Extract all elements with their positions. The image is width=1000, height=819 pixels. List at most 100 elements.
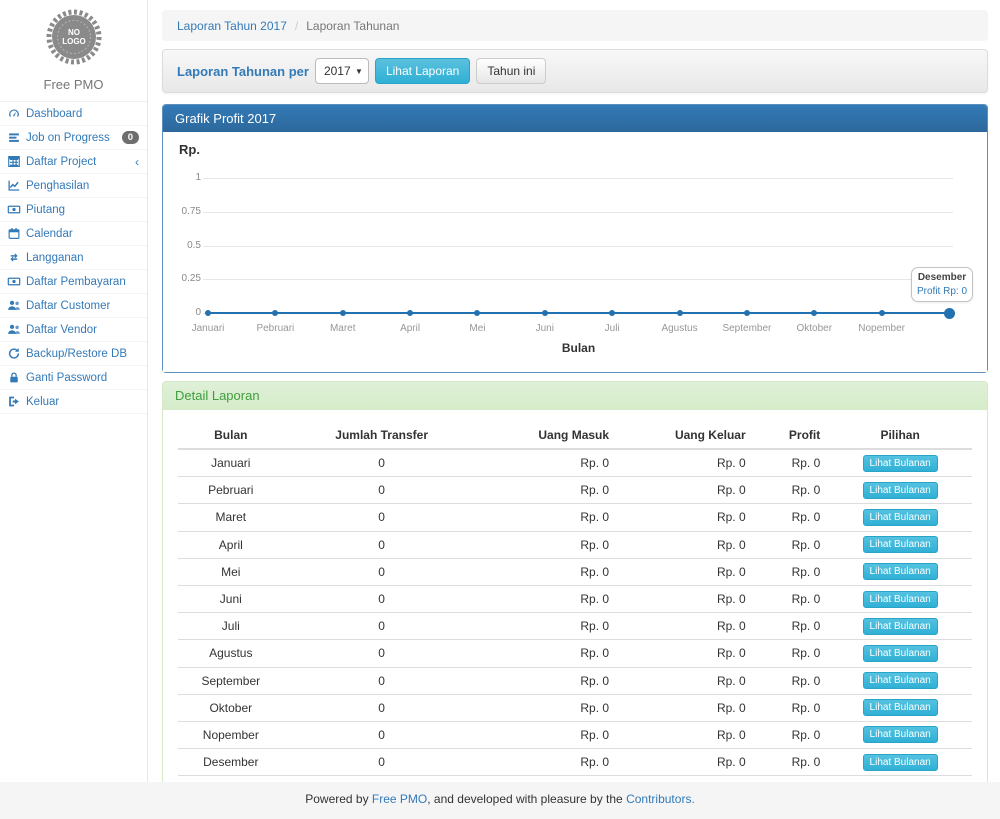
cell-jumlah-transfer: 0 — [284, 504, 480, 531]
sidebar-item-job-on-progress[interactable]: Job on Progress0 — [0, 126, 147, 150]
sidebar-item-penghasilan[interactable]: Penghasilan — [0, 174, 147, 198]
cell-jumlah-transfer: 0 — [284, 667, 480, 694]
data-point-oktober[interactable] — [811, 310, 817, 316]
breadcrumb-current: Laporan Tahunan — [306, 19, 399, 33]
cell-profit: Rp. 0 — [754, 477, 829, 504]
view-monthly-button-mei[interactable]: Lihat Bulanan — [863, 563, 938, 580]
this-year-button[interactable]: Tahun ini — [476, 58, 546, 84]
table-row: Juli 0 Rp. 0 Rp. 0 Rp. 0 Lihat Bulanan — [178, 613, 972, 640]
y-axis-title: Rp. — [179, 142, 200, 157]
cell-profit: Rp. 0 — [754, 558, 829, 585]
cell-bulan: Januari — [178, 449, 284, 477]
sidebar-item-piutang[interactable]: Piutang — [0, 198, 147, 222]
table-row: Agustus 0 Rp. 0 Rp. 0 Rp. 0 Lihat Bulana… — [178, 640, 972, 667]
view-monthly-button-agustus[interactable]: Lihat Bulanan — [863, 645, 938, 662]
sidebar-item-label: Keluar — [26, 396, 59, 408]
view-monthly-button-oktober[interactable]: Lihat Bulanan — [863, 699, 938, 716]
cell-uang-keluar: Rp. 0 — [617, 504, 754, 531]
column-header-jumlah-transfer: Jumlah Transfer — [284, 422, 480, 449]
view-monthly-button-april[interactable]: Lihat Bulanan — [863, 536, 938, 553]
view-monthly-button-september[interactable]: Lihat Bulanan — [863, 672, 938, 689]
cell-bulan: Desember — [178, 749, 284, 776]
money-icon — [7, 203, 21, 216]
calendar-icon — [7, 227, 21, 240]
view-monthly-button-pebruari[interactable]: Lihat Bulanan — [863, 482, 938, 499]
cell-uang-masuk: Rp. 0 — [480, 531, 617, 558]
view-monthly-button-nopember[interactable]: Lihat Bulanan — [863, 726, 938, 743]
table-row: Januari 0 Rp. 0 Rp. 0 Rp. 0 Lihat Bulana… — [178, 449, 972, 477]
data-point-mei[interactable] — [474, 310, 480, 316]
profit-line-chart: Rp.10.750.50.250JanuariPebruariMaretApri… — [163, 132, 987, 372]
data-point-juli[interactable] — [609, 310, 615, 316]
sidebar-item-langganan[interactable]: Langganan — [0, 246, 147, 270]
cell-bulan: Maret — [178, 504, 284, 531]
sidebar-item-label: Ganti Password — [26, 372, 107, 384]
footer-link-contributors[interactable]: Contributors. — [626, 792, 695, 806]
table-row: April 0 Rp. 0 Rp. 0 Rp. 0 Lihat Bulanan — [178, 531, 972, 558]
chevron-left-icon: ‹ — [135, 155, 139, 169]
data-point-april[interactable] — [407, 310, 413, 316]
app-logo: NO LOGO — [0, 0, 147, 72]
sidebar-item-daftar-project[interactable]: Daftar Project‹ — [0, 150, 147, 174]
cell-bulan: Pebruari — [178, 477, 284, 504]
data-point-juni[interactable] — [542, 310, 548, 316]
dashboard-icon — [7, 107, 21, 120]
footer-text-middle: , and developed with pleasure by the — [427, 792, 626, 806]
x-tick-label: Agustus — [644, 323, 716, 334]
sidebar-item-label: Langganan — [26, 252, 84, 264]
svg-text:NO: NO — [68, 28, 80, 37]
year-select[interactable]: 2017 ▼ — [315, 58, 369, 84]
sidebar-item-ganti-password[interactable]: Ganti Password — [0, 366, 147, 390]
view-report-button[interactable]: Lihat Laporan — [375, 58, 470, 84]
sidebar-item-dashboard[interactable]: Dashboard — [0, 102, 147, 126]
cell-uang-masuk: Rp. 0 — [480, 667, 617, 694]
column-header-pilihan: Pilihan — [828, 422, 972, 449]
view-monthly-button-maret[interactable]: Lihat Bulanan — [863, 509, 938, 526]
sidebar-item-label: Daftar Pembayaran — [26, 276, 126, 288]
sidebar-item-keluar[interactable]: Keluar — [0, 390, 147, 414]
cell-uang-masuk: Rp. 0 — [480, 504, 617, 531]
breadcrumb-link-laporan-tahun[interactable]: Laporan Tahun 2017 — [177, 19, 287, 33]
cell-bulan: Oktober — [178, 694, 284, 721]
main-content: Laporan Tahun 2017 / Laporan Tahunan Lap… — [162, 0, 988, 814]
cell-jumlah-transfer: 0 — [284, 449, 480, 477]
cell-bulan: Juni — [178, 585, 284, 612]
column-header-uang-keluar: Uang Keluar — [617, 422, 754, 449]
data-point-januari[interactable] — [205, 310, 211, 316]
data-point-nopember[interactable] — [879, 310, 885, 316]
data-point-pebruari[interactable] — [272, 310, 278, 316]
cell-uang-keluar: Rp. 0 — [617, 667, 754, 694]
sidebar-item-daftar-pembayaran[interactable]: Daftar Pembayaran — [0, 270, 147, 294]
data-point-september[interactable] — [744, 310, 750, 316]
sidebar-item-daftar-vendor[interactable]: Daftar Vendor — [0, 318, 147, 342]
page: NO LOGO Free PMO Dashboard Job on Progres… — [0, 0, 1000, 819]
view-monthly-button-juli[interactable]: Lihat Bulanan — [863, 618, 938, 635]
cell-jumlah-transfer: 0 — [284, 749, 480, 776]
sidebar-item-backup-restore-db[interactable]: Backup/Restore DB — [0, 342, 147, 366]
sidebar-item-calendar[interactable]: Calendar — [0, 222, 147, 246]
table-row: Mei 0 Rp. 0 Rp. 0 Rp. 0 Lihat Bulanan — [178, 558, 972, 585]
column-header-uang-masuk: Uang Masuk — [480, 422, 617, 449]
cell-jumlah-transfer: 0 — [284, 694, 480, 721]
cell-profit: Rp. 0 — [754, 640, 829, 667]
table-row: Oktober 0 Rp. 0 Rp. 0 Rp. 0 Lihat Bulana… — [178, 694, 972, 721]
sidebar-item-label: Dashboard — [26, 108, 82, 120]
cell-jumlah-transfer: 0 — [284, 640, 480, 667]
cell-uang-masuk: Rp. 0 — [480, 749, 617, 776]
data-point-agustus[interactable] — [677, 310, 683, 316]
data-point-desember[interactable] — [944, 308, 955, 319]
cell-uang-keluar: Rp. 0 — [617, 585, 754, 612]
cell-uang-masuk: Rp. 0 — [480, 721, 617, 748]
cell-profit: Rp. 0 — [754, 504, 829, 531]
data-point-maret[interactable] — [340, 310, 346, 316]
view-monthly-button-januari[interactable]: Lihat Bulanan — [863, 455, 938, 472]
cell-uang-masuk: Rp. 0 — [480, 613, 617, 640]
view-monthly-button-juni[interactable]: Lihat Bulanan — [863, 591, 938, 608]
cell-jumlah-transfer: 0 — [284, 531, 480, 558]
x-tick-label: Juli — [576, 323, 648, 334]
sidebar-item-daftar-customer[interactable]: Daftar Customer — [0, 294, 147, 318]
footer-link-freepmo[interactable]: Free PMO — [372, 792, 427, 806]
view-monthly-button-desember[interactable]: Lihat Bulanan — [863, 754, 938, 771]
profit-series-line — [208, 312, 949, 314]
x-tick-label: Juni — [509, 323, 581, 334]
